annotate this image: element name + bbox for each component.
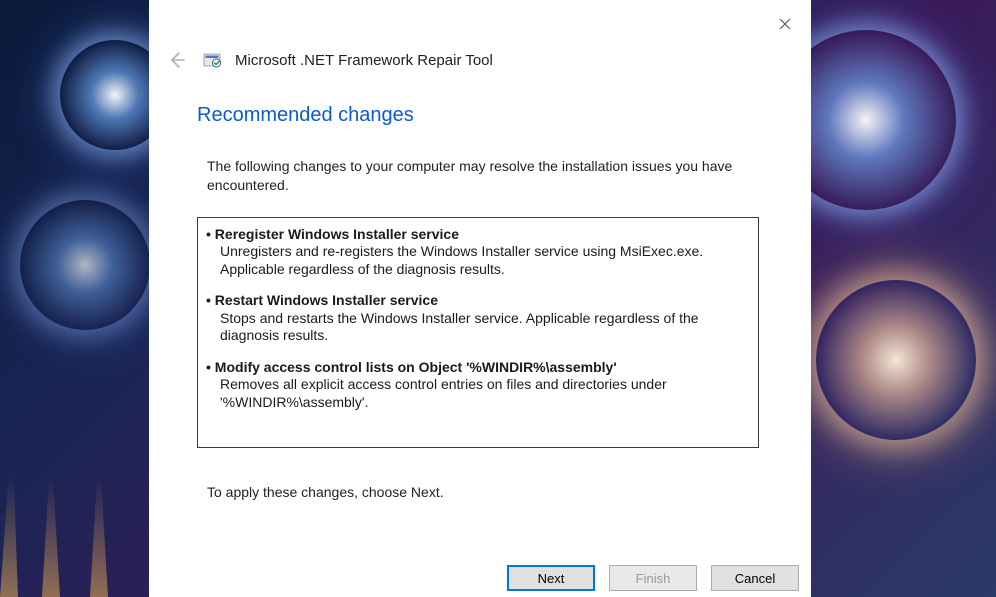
apply-note: To apply these changes, choose Next. [207,484,753,500]
changes-list: Reregister Windows Installer service Unr… [197,217,759,449]
change-desc: Removes all explicit access control entr… [206,376,748,411]
back-arrow-icon [167,50,187,70]
app-title: Microsoft .NET Framework Repair Tool [235,52,493,69]
header: Microsoft .NET Framework Repair Tool [149,0,811,80]
page-heading: Recommended changes [197,104,763,127]
content: Recommended changes The following change… [149,80,811,565]
back-button[interactable] [165,48,189,72]
change-title: Restart Windows Installer service [206,292,748,310]
change-title: Modify access control lists on Object '%… [206,359,748,377]
close-button[interactable] [771,10,799,38]
firework-decoration [20,200,150,330]
bridge-decoration [0,427,150,597]
change-title: Reregister Windows Installer service [206,226,748,244]
change-item: Modify access control lists on Object '%… [206,359,748,412]
next-button[interactable]: Next [507,565,595,591]
close-icon [779,18,791,30]
cancel-button[interactable]: Cancel [711,565,799,591]
wizard-window: Microsoft .NET Framework Repair Tool Rec… [149,0,811,597]
intro-text: The following changes to your computer m… [207,157,753,195]
change-desc: Stops and restarts the Windows Installer… [206,310,748,345]
change-desc: Unregisters and re-registers the Windows… [206,243,748,278]
footer: Next Finish Cancel [149,565,811,597]
app-icon [203,51,221,69]
change-item: Reregister Windows Installer service Unr… [206,226,748,279]
firework-decoration [816,280,976,440]
change-item: Restart Windows Installer service Stops … [206,292,748,345]
finish-button: Finish [609,565,697,591]
